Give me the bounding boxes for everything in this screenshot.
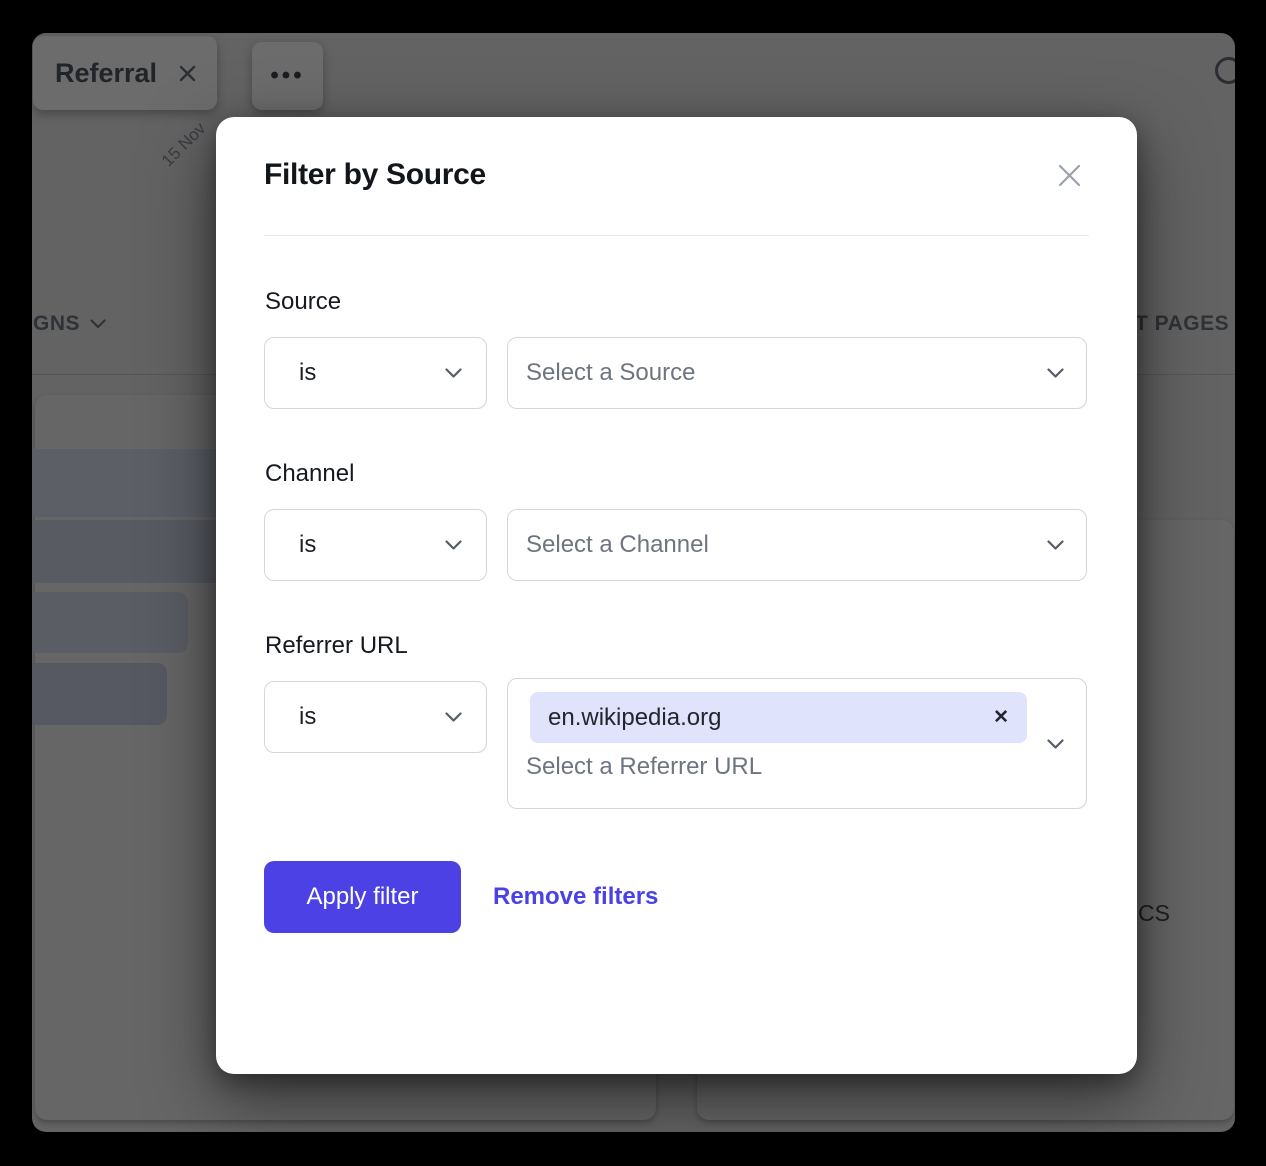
channel-operator-value: is (299, 531, 316, 559)
campaigns-heading-label: GNS (33, 312, 80, 336)
referrer-url-field-label: Referrer URL (265, 632, 408, 660)
screenshot-frame: Referral ••• 15 Nov GNS T PAGES (0, 0, 1266, 1166)
chevron-down-icon (1047, 540, 1064, 551)
apply-filter-button[interactable]: Apply filter (264, 861, 461, 933)
modal-title: Filter by Source (264, 158, 486, 192)
source-operator-value: is (299, 359, 316, 387)
more-options-button[interactable]: ••• (252, 42, 323, 110)
referrer-url-operator-select[interactable]: is (264, 681, 487, 753)
referrer-url-placeholder: Select a Referrer URL (526, 753, 762, 781)
source-field-label: Source (265, 288, 341, 316)
more-icon: ••• (270, 42, 304, 110)
truncated-heading-text: CS (1138, 900, 1170, 927)
chevron-down-icon (445, 712, 462, 723)
channel-field-label: Channel (265, 460, 354, 488)
channel-value-placeholder: Select a Channel (526, 531, 709, 559)
search-icon[interactable] (1215, 57, 1235, 84)
source-bar (32, 592, 188, 653)
close-icon[interactable] (1051, 157, 1087, 193)
source-bar (32, 520, 232, 583)
chevron-down-icon (1047, 368, 1064, 379)
selected-referrer-chip: en.wikipedia.org ✕ (530, 692, 1027, 743)
source-bar (32, 449, 232, 517)
source-bar (32, 663, 167, 725)
channel-value-select[interactable]: Select a Channel (507, 509, 1087, 581)
filter-by-source-modal: Filter by Source Source is Select a Sour… (216, 117, 1137, 1074)
referrer-url-combobox[interactable]: en.wikipedia.org ✕ Select a Referrer URL (507, 678, 1087, 809)
remove-chip-icon[interactable]: ✕ (993, 706, 1009, 729)
source-value-placeholder: Select a Source (526, 359, 695, 387)
active-filter-pill-referral[interactable]: Referral (33, 36, 217, 110)
exit-pages-heading-label: T PAGES (1135, 312, 1229, 336)
channel-operator-select[interactable]: is (264, 509, 487, 581)
chevron-down-icon (90, 319, 106, 329)
source-operator-select[interactable]: is (264, 337, 487, 409)
chevron-down-icon (1047, 739, 1064, 750)
source-value-select[interactable]: Select a Source (507, 337, 1087, 409)
modal-header-divider (264, 235, 1089, 236)
chevron-down-icon (445, 368, 462, 379)
remove-filter-icon[interactable] (178, 64, 197, 83)
remove-filters-link[interactable]: Remove filters (493, 861, 658, 933)
campaigns-heading[interactable]: GNS (33, 312, 106, 336)
chevron-down-icon (445, 540, 462, 551)
selected-referrer-value: en.wikipedia.org (548, 704, 721, 732)
exit-pages-heading: T PAGES (1135, 312, 1229, 336)
filter-pill-label: Referral (55, 58, 157, 89)
referrer-url-operator-value: is (299, 703, 316, 731)
